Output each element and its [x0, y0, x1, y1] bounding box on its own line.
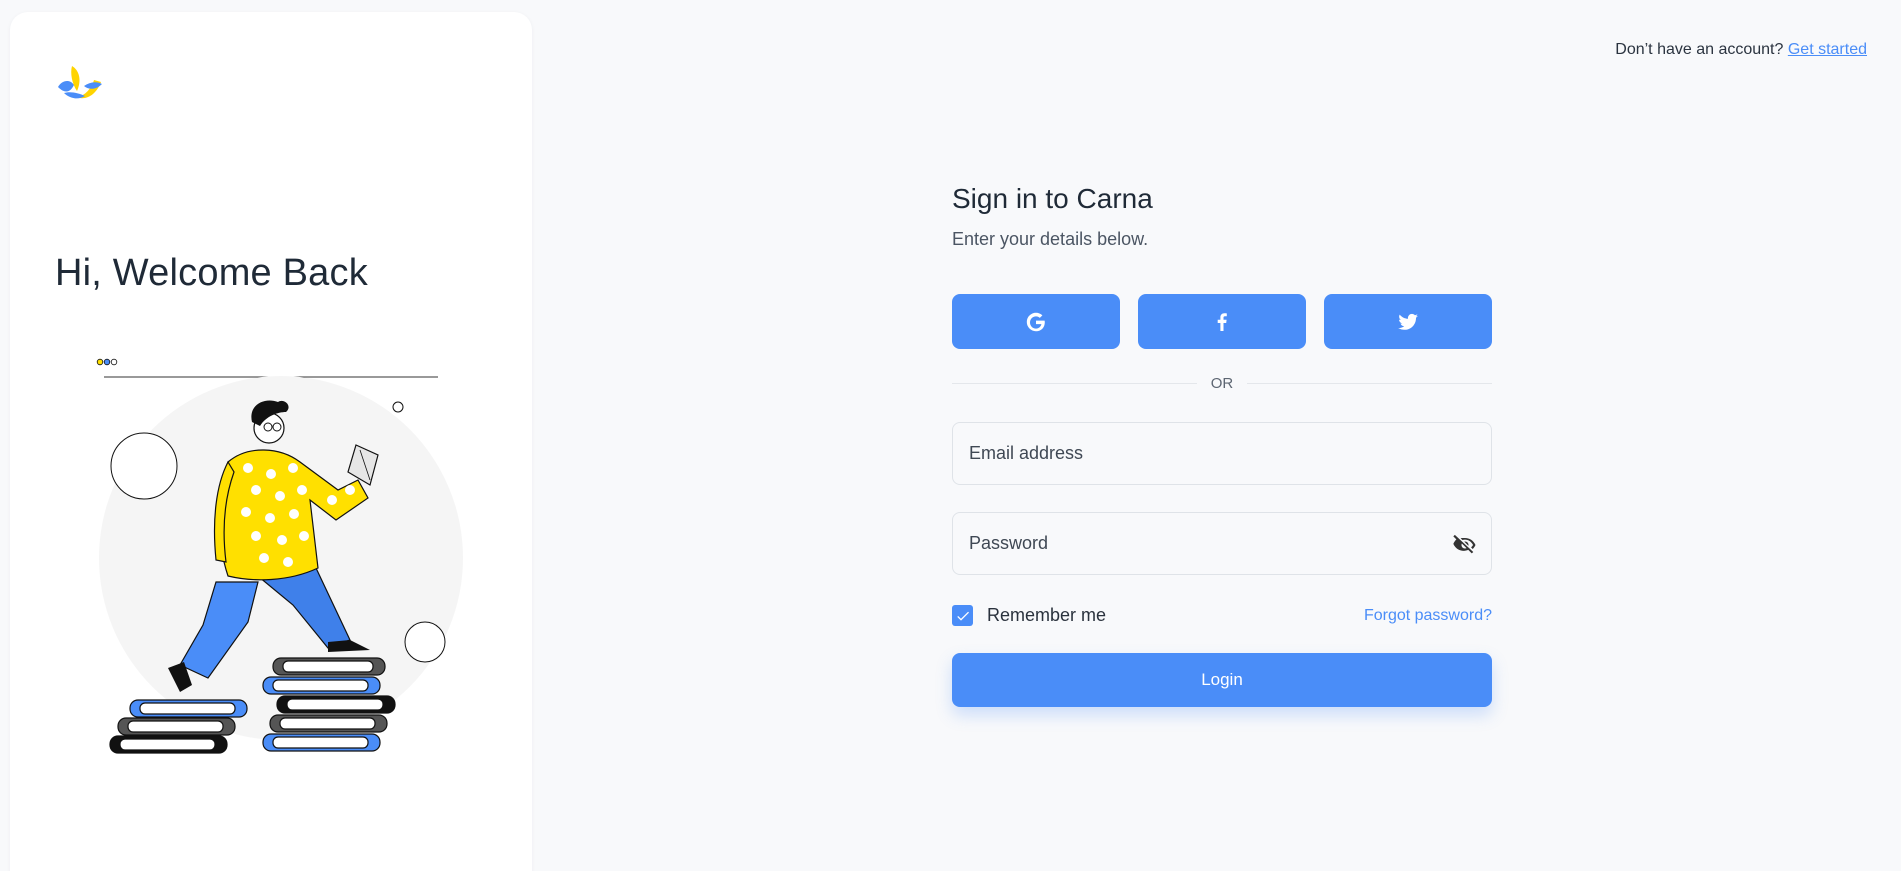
divider-line-left: [952, 383, 1197, 384]
forgot-password-link[interactable]: Forgot password?: [1364, 607, 1492, 625]
logo-icon[interactable]: [54, 62, 104, 108]
google-icon: [1026, 312, 1045, 331]
sign-in-form: Sign in to Carna Enter your details belo…: [952, 183, 1492, 707]
signup-prompt-text: Don’t have an account?: [1615, 41, 1784, 58]
welcome-heading: Hi, Welcome Back: [55, 252, 368, 294]
left-panel: Hi, Welcome Back: [10, 12, 532, 871]
facebook-login-button[interactable]: [1138, 294, 1306, 349]
form-subtitle: Enter your details below.: [952, 229, 1149, 249]
google-login-button[interactable]: [952, 294, 1120, 349]
login-page: Hi, Welcome Back Don’t have an account? …: [0, 0, 1901, 871]
remember-me[interactable]: Remember me: [952, 605, 1106, 626]
email-input[interactable]: [953, 423, 1491, 484]
or-label: OR: [1210, 375, 1234, 392]
form-title: Sign in to Carna: [952, 183, 1153, 214]
or-divider: OR: [952, 375, 1492, 392]
twitter-icon: [1398, 313, 1418, 330]
login-options: Remember me Forgot password?: [952, 605, 1492, 626]
eye-off-icon[interactable]: [1451, 531, 1479, 559]
email-field: [952, 422, 1492, 485]
password-input[interactable]: [953, 513, 1491, 574]
twitter-login-button[interactable]: [1324, 294, 1492, 349]
signup-prompt: Don’t have an account? Get started: [1615, 41, 1867, 59]
password-field: [952, 512, 1492, 575]
facebook-icon: [1217, 312, 1227, 331]
social-login-row: [952, 294, 1492, 349]
divider-line-right: [1247, 383, 1492, 384]
check-icon: [956, 611, 969, 621]
remember-checkbox[interactable]: [952, 605, 973, 626]
remember-label: Remember me: [987, 605, 1107, 625]
login-button[interactable]: Login: [952, 653, 1492, 707]
get-started-link[interactable]: Get started: [1788, 41, 1867, 58]
reading-illustration: [96, 358, 463, 754]
